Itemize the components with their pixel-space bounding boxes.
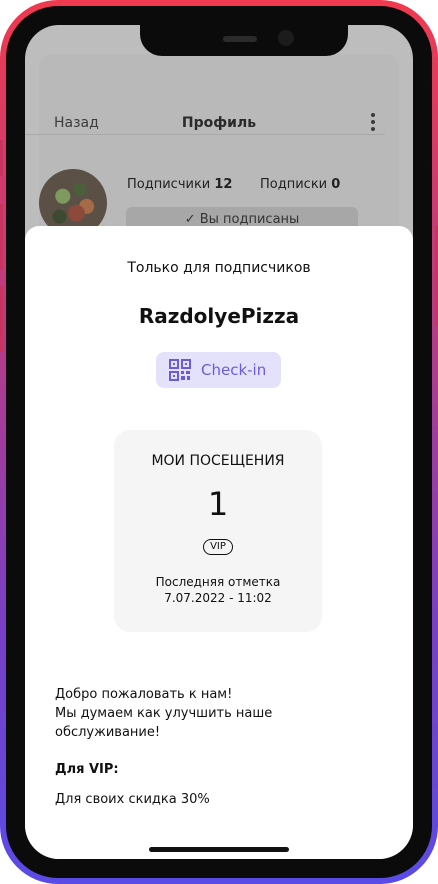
camera <box>278 30 294 46</box>
profile-header: Назад Профиль <box>39 109 399 143</box>
qr-code-icon <box>169 359 191 381</box>
subscriber-sheet: Только для подписчиков RazdolyePizza Che… <box>25 226 413 859</box>
followers-label: Подписчики <box>127 177 211 192</box>
phone-frame: Назад Профиль Подписчики 12 Подписки 0 ✓… <box>0 0 438 884</box>
vip-badge: VIP <box>203 539 233 555</box>
following-count: 0 <box>331 177 341 192</box>
last-mark-label: Последняя отметка <box>155 575 281 589</box>
home-indicator[interactable] <box>149 847 289 852</box>
business-name: RazdolyePizza <box>138 304 300 328</box>
header-divider <box>25 134 385 135</box>
sheet-subtitle: Только для подписчиков <box>127 260 311 276</box>
followers-count: 12 <box>214 177 233 192</box>
screen: Назад Профиль Подписчики 12 Подписки 0 ✓… <box>25 25 413 859</box>
vip-heading: Для VIP: <box>55 762 119 777</box>
mute-switch <box>0 140 3 176</box>
more-vertical-icon[interactable] <box>370 111 376 133</box>
visits-count: 1 <box>207 485 229 523</box>
following-label: Подписки <box>260 177 328 192</box>
vip-text: Для своих скидка 30% <box>55 792 210 807</box>
volume-up-button <box>0 204 3 270</box>
notch <box>140 25 348 56</box>
followers-stat[interactable]: Подписчики 12 <box>127 177 232 192</box>
volume-down-button <box>0 286 3 352</box>
page-title: Профиль <box>181 115 257 131</box>
welcome-text: Добро пожаловать к нам! Мы думаем как ул… <box>55 687 273 740</box>
checkin-label: Check-in <box>201 361 267 379</box>
visits-card: МОИ ПОСЕЩЕНИЯ 1 VIP Последняя отметка 7.… <box>114 430 322 632</box>
following-stat[interactable]: Подписки 0 <box>260 177 340 192</box>
visits-title: МОИ ПОСЕЩЕНИЯ <box>151 453 285 469</box>
checkin-button[interactable]: Check-in <box>156 352 281 388</box>
speaker <box>223 36 257 42</box>
last-mark-datetime: 7.07.2022 - 11:02 <box>164 591 272 605</box>
last-mark: Последняя отметка 7.07.2022 - 11:02 <box>114 574 322 606</box>
